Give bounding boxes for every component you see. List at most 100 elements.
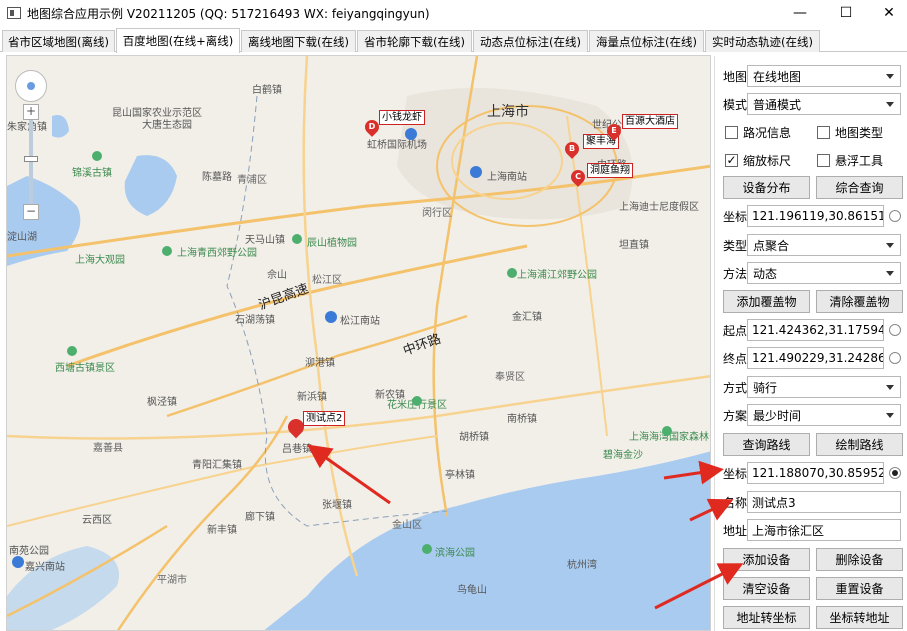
tab-offline-download[interactable]: 离线地图下载(在线) xyxy=(241,30,356,52)
control-panel: 地图 在线地图 模式 普通模式 路况信息 地图类型 ✓ 缩放标尺 悬浮工具 设备分… xyxy=(714,56,907,631)
app-icon xyxy=(7,7,21,19)
way-row: 方式 骑行 xyxy=(723,376,901,398)
tab-realtime-track[interactable]: 实时动态轨迹(在线) xyxy=(705,30,820,52)
end-radio[interactable] xyxy=(889,352,901,364)
map-marker-e[interactable]: E xyxy=(604,121,624,141)
device-coord-input[interactable]: 121.188070,30.859526 xyxy=(747,462,884,484)
map-mode-select[interactable]: 普通模式 xyxy=(747,93,901,115)
park-icon xyxy=(67,346,77,356)
map-label: 廊下镇 xyxy=(245,512,275,523)
map-label: 嘉兴南站 xyxy=(25,562,65,573)
start-row: 起点 121.424362,31.175942 xyxy=(723,319,901,341)
traffic-checkbox[interactable]: 路况信息 xyxy=(725,124,791,141)
type-row: 类型 点聚合 xyxy=(723,234,901,256)
marker-tag: 小钱龙虾 xyxy=(379,110,425,125)
draw-route-button[interactable]: 绘制路线 xyxy=(816,433,903,456)
scale-checkbox[interactable]: ✓ 缩放标尺 xyxy=(725,152,791,169)
zoom-out-button[interactable]: − xyxy=(23,204,39,220)
method-select[interactable]: 动态 xyxy=(747,262,901,284)
device-name-row: 名称 测试点3 xyxy=(723,491,901,513)
map-label: 青浦区 xyxy=(237,175,267,186)
zoom-in-button[interactable]: + xyxy=(23,104,39,120)
map-label: 大唐生态园 xyxy=(142,120,192,131)
map-label: 虹桥国际机场 xyxy=(367,140,427,151)
tab-bar: 省市区域地图(离线) 百度地图(在线+离线) 离线地图下载(在线) 省市轮廓下载… xyxy=(0,28,907,53)
tab-mass-marker[interactable]: 海量点位标注(在线) xyxy=(589,30,704,52)
chevron-down-icon xyxy=(886,243,894,248)
map-label: 嘉善县 xyxy=(93,443,123,454)
delete-device-button[interactable]: 删除设备 xyxy=(816,548,903,571)
start-radio[interactable] xyxy=(889,324,901,336)
coord-label: 坐标 xyxy=(723,209,748,224)
map-label: 辰山植物园 xyxy=(307,238,357,249)
plan-row: 方案 最少时间 xyxy=(723,404,901,426)
map-label: 松江南站 xyxy=(340,316,380,327)
coord-input[interactable]: 121.196119,30.861510 xyxy=(747,205,884,227)
zoom-control: + − xyxy=(23,104,39,220)
add-overlay-button[interactable]: 添加覆盖物 xyxy=(723,290,810,313)
tab-dynamic-marker[interactable]: 动态点位标注(在线) xyxy=(473,30,588,52)
address-to-coord-button[interactable]: 地址转坐标 xyxy=(723,606,810,629)
map-label: 泖港镇 xyxy=(305,358,335,369)
device-coord-label: 坐标 xyxy=(723,466,748,481)
start-input[interactable]: 121.424362,31.175942 xyxy=(747,319,884,341)
map-label: 青阳汇集镇 xyxy=(192,460,242,471)
marker-tag: 百源大酒店 xyxy=(622,114,678,129)
coord-to-address-button[interactable]: 坐标转地址 xyxy=(816,606,903,629)
end-input[interactable]: 121.490229,31.242866 xyxy=(747,347,884,369)
map-source-row: 地图 在线地图 xyxy=(723,65,901,87)
device-name-input[interactable]: 测试点3 xyxy=(747,491,901,513)
device-address-row: 地址 上海市徐汇区 xyxy=(723,519,901,541)
maximize-button[interactable]: ☐ xyxy=(823,0,869,26)
zoom-slider[interactable] xyxy=(29,120,33,204)
map-view[interactable]: 上海市 白鹤镇 昆山国家农业示范区 大唐生态园 锦溪古镇 陈墓路 青浦区 闵行区… xyxy=(6,55,711,631)
map-label: 碧海金沙 xyxy=(603,450,643,461)
map-source-label: 地图 xyxy=(723,69,748,84)
map-source-select[interactable]: 在线地图 xyxy=(747,65,901,87)
map-label: 鸟龟山 xyxy=(457,585,487,596)
device-address-input[interactable]: 上海市徐汇区 xyxy=(747,519,901,541)
coord-radio[interactable] xyxy=(889,210,901,222)
device-coord-radio[interactable] xyxy=(889,467,901,479)
minimize-button[interactable]: — xyxy=(777,0,823,26)
device-distribution-button[interactable]: 设备分布 xyxy=(723,176,810,199)
map-label: 天马山镇 xyxy=(245,235,285,246)
map-label: 南桥镇 xyxy=(507,414,537,425)
map-label: 上海青西郊野公园 xyxy=(177,248,257,259)
map-label: 松江区 xyxy=(312,275,342,286)
device-coord-row: 坐标 121.188070,30.859526 xyxy=(723,462,901,484)
map-marker-c[interactable]: C xyxy=(568,167,588,187)
map-label: 锦溪古镇 xyxy=(72,168,112,179)
tab-baidu-map[interactable]: 百度地图(在线+离线) xyxy=(116,28,240,53)
clear-devices-button[interactable]: 清空设备 xyxy=(723,577,810,600)
way-label: 方式 xyxy=(723,380,748,395)
combined-query-button[interactable]: 综合查询 xyxy=(816,176,903,199)
query-route-button[interactable]: 查询路线 xyxy=(723,433,810,456)
map-label: 陈墓路 xyxy=(202,172,232,183)
tab-province-map[interactable]: 省市区域地图(离线) xyxy=(2,30,115,52)
close-button[interactable]: ✕ xyxy=(866,0,907,26)
float-tool-checkbox[interactable]: 悬浮工具 xyxy=(817,152,883,169)
device-name-label: 名称 xyxy=(723,495,748,510)
zoom-slider-handle[interactable] xyxy=(24,156,38,162)
map-marker-b[interactable]: B xyxy=(562,139,582,159)
add-device-button[interactable]: 添加设备 xyxy=(723,548,810,571)
map-label: 奉贤区 xyxy=(495,372,525,383)
clear-overlay-button[interactable]: 清除覆盖物 xyxy=(816,290,903,313)
plan-label: 方案 xyxy=(723,408,748,423)
route-plan-select[interactable]: 最少时间 xyxy=(747,404,901,426)
map-label: 滨海公园 xyxy=(435,548,475,559)
train-station-icon xyxy=(12,556,24,568)
map-type-checkbox[interactable]: 地图类型 xyxy=(817,124,883,141)
map-label: 上海迪士尼度假区 xyxy=(619,202,699,213)
type-label: 类型 xyxy=(723,238,748,253)
end-row: 终点 121.490229,31.242866 xyxy=(723,347,901,369)
chevron-down-icon xyxy=(886,271,894,276)
reset-devices-button[interactable]: 重置设备 xyxy=(816,577,903,600)
pan-control[interactable] xyxy=(15,70,47,102)
map-label: 枫泾镇 xyxy=(147,397,177,408)
travel-way-select[interactable]: 骑行 xyxy=(747,376,901,398)
park-icon xyxy=(162,246,172,256)
tab-outline-download[interactable]: 省市轮廓下载(在线) xyxy=(357,30,472,52)
type-select[interactable]: 点聚合 xyxy=(747,234,901,256)
